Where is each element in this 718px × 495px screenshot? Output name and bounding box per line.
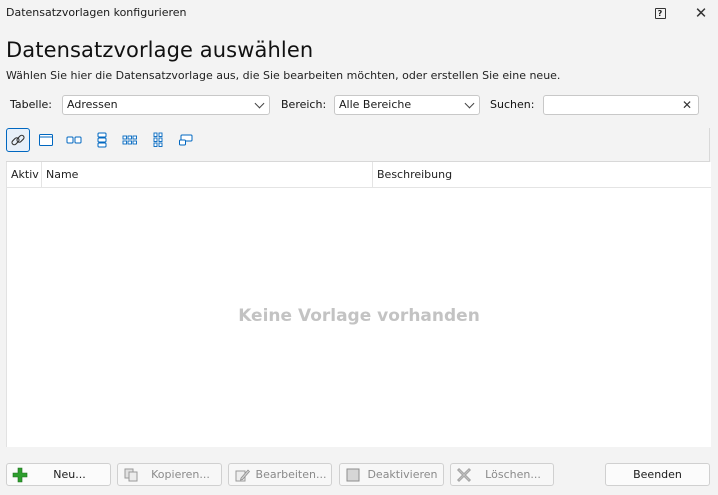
title-bar: Datensatzvorlagen konfigurieren ? ✕ — [0, 0, 718, 26]
area-select[interactable]: Alle Bereiche — [334, 95, 480, 115]
toolbar-edge — [709, 128, 710, 162]
toolbar-grid-rows-button[interactable] — [118, 128, 142, 152]
stacked-icon — [97, 132, 107, 148]
search-box: ✕ — [543, 95, 699, 115]
edit-button-label: Bearbeiten... — [255, 468, 327, 481]
table-select-value: Adressen — [67, 98, 118, 111]
copy-button-label: Kopieren... — [151, 468, 210, 481]
toolbar-stacked-button[interactable] — [90, 128, 114, 152]
help-button[interactable]: ? — [643, 0, 677, 26]
help-icon: ? — [654, 7, 666, 19]
deactivate-button-label: Deaktivieren — [367, 468, 438, 481]
new-button[interactable]: Neu... — [6, 463, 111, 486]
single-pane-icon — [39, 134, 53, 146]
toolbar-single-pane-button[interactable] — [34, 128, 58, 152]
templates-grid: Aktiv Name Beschreibung Keine Vorlage vo… — [6, 162, 711, 447]
window-title: Datensatzvorlagen konfigurieren — [6, 6, 187, 19]
delete-button-label: Löschen... — [485, 468, 541, 481]
area-label: Bereich: — [281, 98, 327, 111]
clear-search-icon[interactable]: ✕ — [682, 96, 692, 114]
copy-button[interactable]: Kopieren... — [117, 463, 222, 486]
area-select-value: Alle Bereiche — [339, 98, 412, 111]
edit-button[interactable]: Bearbeiten... — [228, 463, 332, 486]
close-button[interactable]: Beenden — [605, 463, 710, 486]
page-title: Datensatzvorlage auswählen — [6, 38, 314, 62]
chevron-down-icon — [254, 98, 265, 109]
toolbar-window-layout-button[interactable] — [174, 128, 198, 152]
column-header-name[interactable]: Name — [42, 162, 372, 187]
grid-columns-icon — [153, 132, 163, 147]
grid-rows-icon — [122, 135, 137, 145]
new-button-label: Neu... — [53, 468, 86, 481]
page-subtitle: Wählen Sie hier die Datensatzvorlage aus… — [6, 69, 561, 82]
search-label: Suchen: — [490, 98, 535, 111]
toolbar-grid-columns-button[interactable] — [146, 128, 170, 152]
grid-header: Aktiv Name Beschreibung — [7, 162, 711, 188]
deactivate-button[interactable]: Deaktivieren — [339, 463, 444, 486]
table-label: Tabelle: — [10, 98, 52, 111]
table-select[interactable]: Adressen — [62, 95, 270, 115]
close-button-label: Beenden — [633, 468, 682, 481]
search-input[interactable] — [548, 96, 668, 114]
empty-state-text: Keine Vorlage vorhanden — [238, 306, 480, 326]
column-header-active[interactable]: Aktiv — [7, 162, 41, 187]
close-window-button[interactable]: ✕ — [684, 0, 718, 26]
view-toolbar — [6, 128, 202, 152]
window-layout-icon — [179, 134, 193, 146]
delete-button[interactable]: Löschen... — [450, 463, 554, 486]
chevron-down-icon — [464, 98, 475, 109]
link-icon — [11, 134, 25, 146]
side-by-side-icon — [66, 136, 82, 144]
close-icon: ✕ — [694, 3, 708, 22]
toolbar-link-button[interactable] — [6, 128, 30, 152]
toolbar-side-by-side-button[interactable] — [62, 128, 86, 152]
column-header-description[interactable]: Beschreibung — [373, 162, 711, 187]
